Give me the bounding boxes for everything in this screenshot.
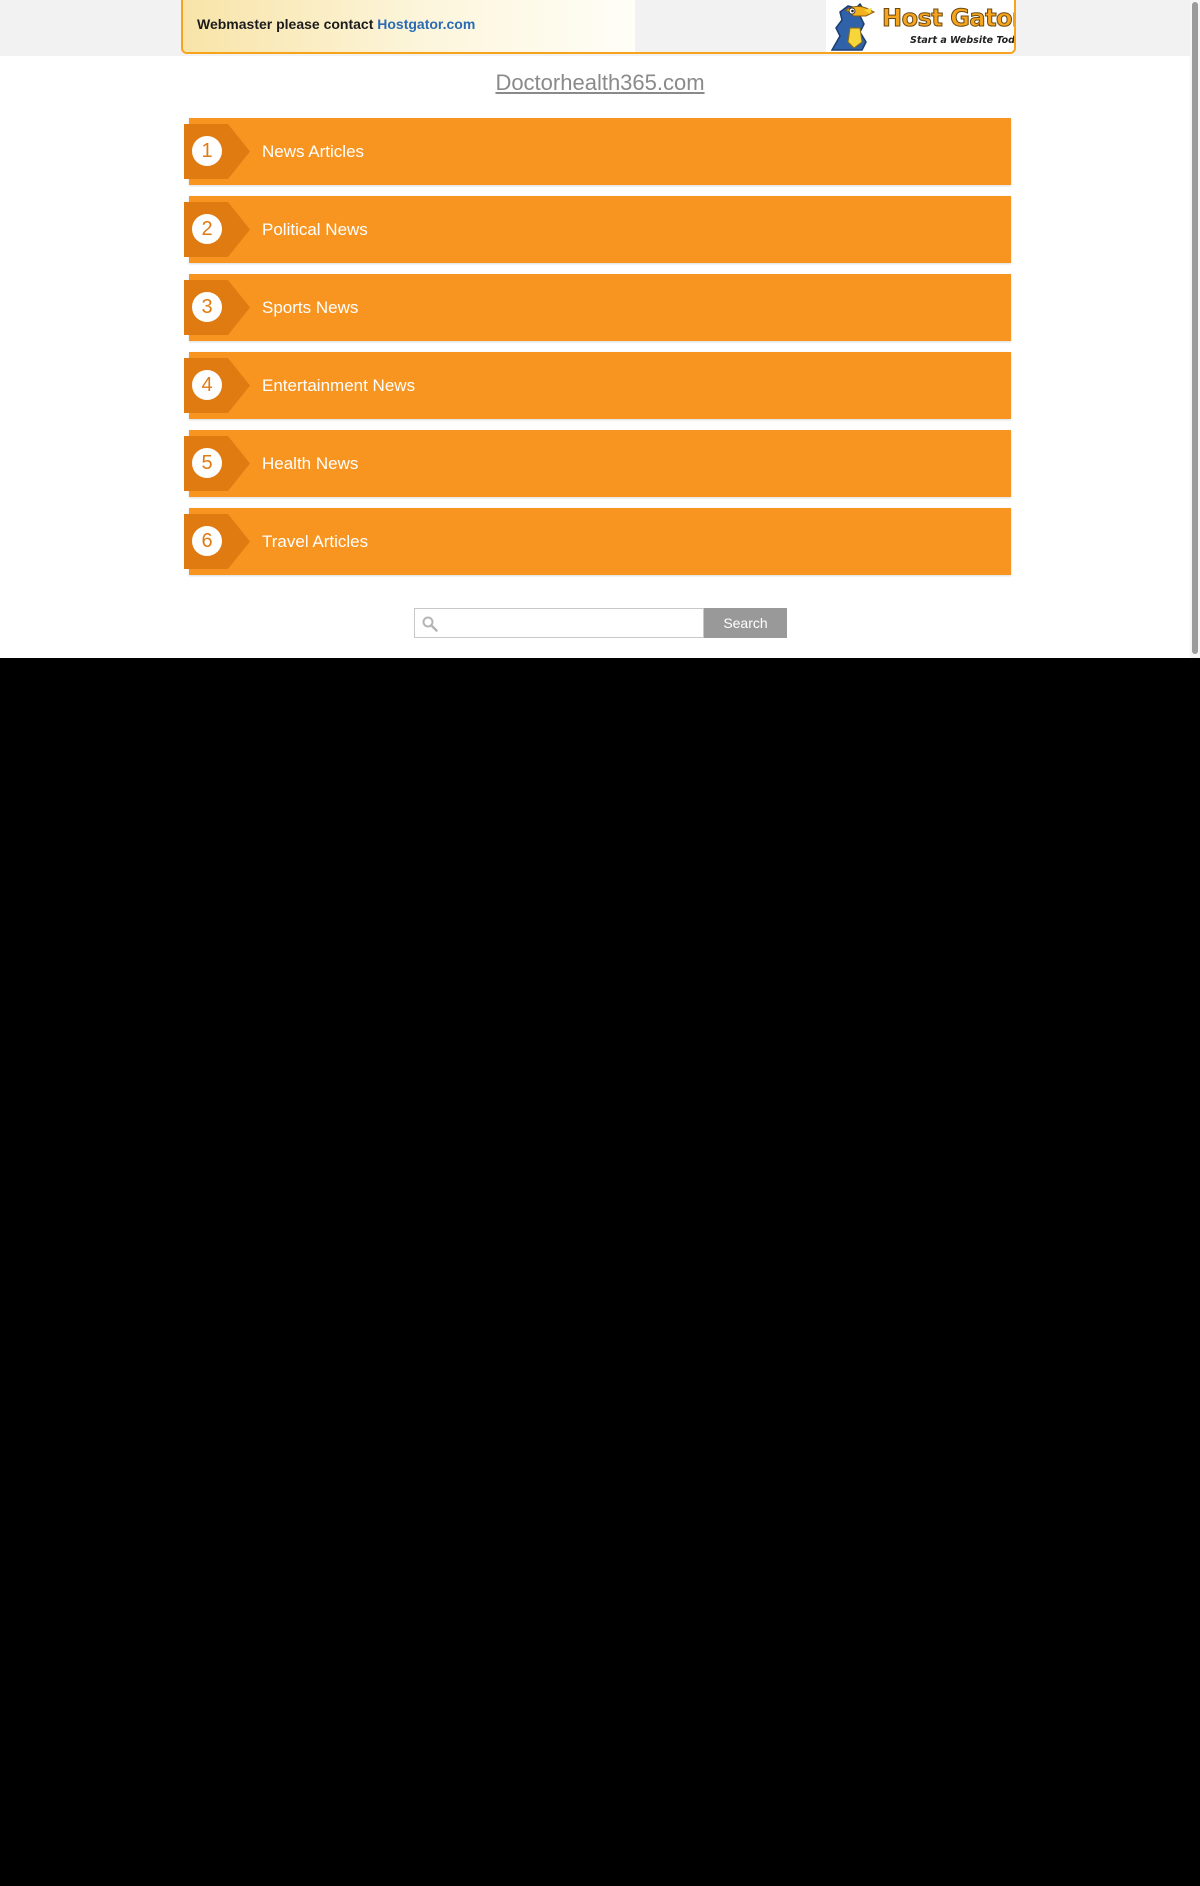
hostgator-banner[interactable]: Webmaster please contact Hostgator.com H… — [181, 0, 1016, 54]
search-input[interactable] — [443, 611, 699, 635]
menu-item-sports-news[interactable]: 3 Sports News — [184, 274, 1012, 342]
menu-number: 6 — [192, 526, 222, 556]
top-ad-bar: Webmaster please contact Hostgator.com H… — [0, 0, 1200, 56]
menu-item-health-news[interactable]: 5 Health News — [184, 430, 1012, 498]
menu-number: 2 — [192, 214, 222, 244]
site-title-link[interactable]: Doctorhealth365.com — [495, 70, 704, 95]
menu-number: 1 — [192, 136, 222, 166]
menu-badge: 5 — [184, 436, 250, 491]
vertical-scrollbar[interactable] — [1190, 0, 1200, 658]
menu-number: 3 — [192, 292, 222, 322]
menu-badge: 3 — [184, 280, 250, 335]
menu-badge: 4 — [184, 358, 250, 413]
menu-number: 4 — [192, 370, 222, 400]
menu-badge: 2 — [184, 202, 250, 257]
menu-label: Entertainment News — [262, 376, 416, 395]
menu-item-news-articles[interactable]: 1 News Articles — [184, 118, 1012, 186]
menu-item-travel-articles[interactable]: 6 Travel Articles — [184, 508, 1012, 576]
menu-badge: 1 — [184, 124, 250, 179]
menu-badge: 6 — [184, 514, 250, 569]
menu-label: Sports News — [262, 298, 359, 317]
menu-number: 5 — [192, 448, 222, 478]
menu-item-political-news[interactable]: 2 Political News — [184, 196, 1012, 264]
banner-message: Webmaster please contact Hostgator.com — [197, 16, 475, 32]
search-button[interactable]: Search — [704, 608, 787, 638]
gator-mascot-icon — [830, 2, 876, 51]
menu-label: News Articles — [262, 142, 365, 161]
menu-item-entertainment-news[interactable]: 4 Entertainment News — [184, 352, 1012, 420]
page-viewport: Webmaster please contact Hostgator.com H… — [0, 0, 1200, 658]
logo-tagline: Start a Website Today! — [910, 35, 1015, 46]
hostgator-logo[interactable]: Host Gator Start a Website Today! — [826, 0, 1014, 52]
menu-label: Health News — [262, 454, 359, 473]
menu-label: Travel Articles — [262, 532, 369, 551]
search-icon — [422, 616, 438, 632]
search-form: Search — [414, 608, 787, 638]
scrollbar-thumb[interactable] — [1192, 2, 1198, 654]
site-title: Doctorhealth365.com — [0, 70, 1200, 96]
hostgator-link[interactable]: Hostgator.com — [377, 16, 475, 32]
menu-label: Political News — [262, 220, 368, 239]
category-menu: 1 News Articles 2 Political News 3 Sport… — [184, 118, 1012, 586]
search-box[interactable] — [414, 608, 704, 638]
banner-message-text: Webmaster please contact — [197, 16, 378, 32]
logo-name: Host Gator — [881, 4, 1016, 33]
